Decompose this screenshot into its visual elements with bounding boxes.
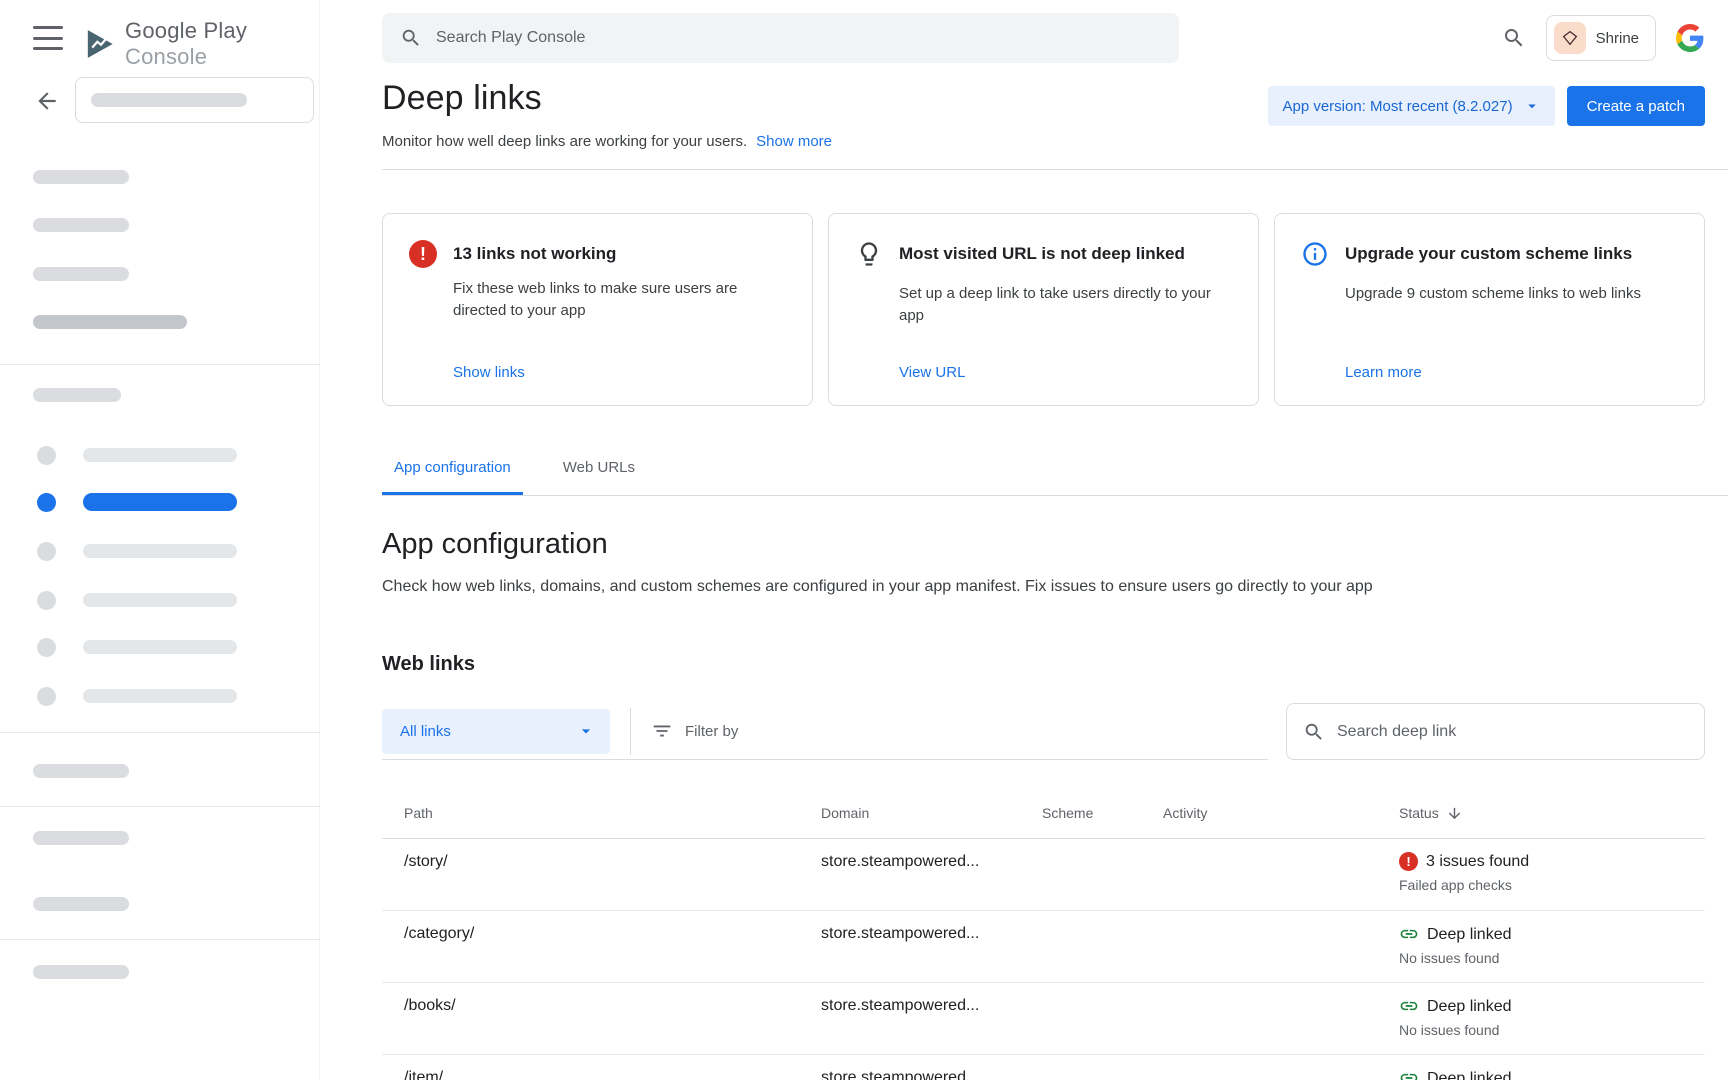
card-title: 13 links not working bbox=[453, 240, 786, 268]
sidebar-skeleton-bar bbox=[33, 965, 129, 979]
main-area: Shrine Deep links Monitor how well deep … bbox=[320, 0, 1728, 1080]
page-header: Deep links Monitor how well deep links a… bbox=[382, 78, 1705, 152]
lightbulb-icon bbox=[855, 240, 899, 273]
sidebar-item[interactable] bbox=[37, 686, 287, 706]
view-url-link[interactable]: View URL bbox=[899, 364, 1232, 381]
status-label: Deep linked bbox=[1427, 925, 1512, 944]
sidebar: Google Play Console bbox=[0, 0, 320, 1080]
app-version-dropdown[interactable]: App version: Most recent (8.2.027) bbox=[1268, 86, 1554, 126]
tab-web-urls[interactable]: Web URLs bbox=[551, 443, 647, 495]
sidebar-divider bbox=[0, 732, 320, 733]
insight-cards: ! 13 links not working Fix these web lin… bbox=[382, 213, 1705, 406]
status-label: Deep linked bbox=[1427, 1069, 1512, 1080]
table-row[interactable]: /story/Prefix store.steampowered...4 dom… bbox=[382, 839, 1705, 911]
show-links-link[interactable]: Show links bbox=[453, 364, 786, 381]
filter-by-button[interactable]: Filter by bbox=[651, 720, 738, 742]
card-body: Upgrade 9 custom scheme links to web lin… bbox=[1345, 283, 1678, 305]
sidebar-item[interactable] bbox=[37, 445, 287, 465]
deep-link-icon bbox=[1399, 996, 1419, 1016]
status-detail: No issues found bbox=[1399, 1022, 1658, 1039]
sidebar-skeleton-bar bbox=[33, 897, 129, 911]
path-value: /item/ bbox=[404, 1068, 821, 1080]
play-console-logo: Google Play Console bbox=[82, 18, 319, 70]
status-cell: ! Deep linked bbox=[1399, 1055, 1658, 1080]
sidebar-divider bbox=[0, 364, 320, 365]
toolbar-divider bbox=[630, 708, 631, 755]
page-subtitle: Monitor how well deep links are working … bbox=[382, 131, 747, 152]
status-detail: No issues found bbox=[1399, 950, 1658, 967]
sidebar-skeleton-bar bbox=[33, 764, 129, 778]
show-more-link[interactable]: Show more bbox=[756, 131, 832, 152]
domain-value: store.steampowered... bbox=[821, 1068, 1042, 1080]
deep-link-icon bbox=[1399, 924, 1419, 944]
status-label: Deep linked bbox=[1427, 997, 1512, 1016]
column-header-scheme: Scheme bbox=[1042, 805, 1163, 821]
section-description: Check how web links, domains, and custom… bbox=[382, 576, 1705, 598]
table-toolbar: All links Filter by bbox=[382, 703, 1705, 760]
info-icon bbox=[1301, 240, 1345, 273]
deep-link-icon bbox=[1399, 1068, 1419, 1080]
card-body: Set up a deep link to take users directl… bbox=[899, 283, 1232, 327]
header-divider bbox=[382, 169, 1728, 170]
toolbar-filters: All links Filter by bbox=[382, 703, 1268, 760]
sidebar-skeleton-bar bbox=[33, 831, 129, 845]
scheme-value bbox=[1042, 1055, 1163, 1080]
create-patch-button[interactable]: Create a patch bbox=[1567, 86, 1705, 126]
card-most-visited-url: Most visited URL is not deep linked Set … bbox=[828, 213, 1259, 406]
card-body: Fix these web links to make sure users a… bbox=[453, 278, 786, 322]
sidebar-item[interactable] bbox=[37, 637, 287, 657]
sidebar-skeleton-bar bbox=[33, 218, 129, 232]
sort-descending-icon bbox=[1446, 805, 1463, 822]
sidebar-item[interactable] bbox=[37, 590, 287, 610]
sidebar-item-active[interactable] bbox=[37, 492, 287, 512]
deep-link-search[interactable] bbox=[1286, 703, 1705, 760]
filter-icon bbox=[651, 720, 673, 742]
menu-icon[interactable] bbox=[33, 26, 63, 50]
sidebar-skeleton-bar bbox=[33, 267, 129, 281]
sidebar-divider bbox=[0, 939, 320, 940]
chevron-down-icon bbox=[1523, 97, 1541, 115]
links-filter-dropdown[interactable]: All links bbox=[382, 709, 610, 754]
tab-app-configuration[interactable]: App configuration bbox=[382, 443, 523, 495]
deep-link-search-input[interactable] bbox=[1337, 723, 1688, 741]
sidebar-divider bbox=[0, 806, 320, 807]
column-header-activity: Activity bbox=[1163, 805, 1399, 821]
sidebar-skeleton-bar bbox=[33, 388, 121, 402]
column-header-status[interactable]: Status bbox=[1399, 805, 1658, 822]
column-header-path: Path bbox=[382, 805, 821, 821]
tab-bar: App configuration Web URLs bbox=[382, 443, 1728, 496]
page-title: Deep links bbox=[382, 78, 832, 119]
error-icon: ! bbox=[409, 240, 437, 268]
logo-text: Google Play Console bbox=[125, 18, 319, 70]
section-title: App configuration bbox=[382, 526, 1705, 562]
status-detail: Failed app checks bbox=[1399, 877, 1658, 894]
status-label: 3 issues found bbox=[1426, 852, 1529, 871]
table-header: Path Domain Scheme Activity Status bbox=[382, 788, 1705, 839]
learn-more-link[interactable]: Learn more bbox=[1345, 364, 1678, 381]
page-content: Deep links Monitor how well deep links a… bbox=[382, 0, 1705, 1080]
sidebar-skeleton-bar bbox=[33, 170, 129, 184]
card-upgrade-scheme-links: Upgrade your custom scheme links Upgrade… bbox=[1274, 213, 1705, 406]
sidebar-skeleton-bar bbox=[33, 315, 187, 329]
play-logo-icon bbox=[82, 25, 117, 63]
app-selector-skeleton[interactable] bbox=[75, 77, 314, 123]
activity-value bbox=[1163, 1055, 1399, 1080]
card-title: Upgrade your custom scheme links bbox=[1345, 240, 1678, 273]
status-error-icon: ! bbox=[1399, 852, 1418, 871]
card-links-not-working: ! 13 links not working Fix these web lin… bbox=[382, 213, 813, 406]
back-arrow-icon[interactable] bbox=[33, 88, 61, 116]
chevron-down-icon bbox=[576, 721, 596, 741]
search-icon bbox=[1303, 721, 1325, 743]
column-header-domain: Domain bbox=[821, 805, 1042, 821]
sidebar-item[interactable] bbox=[37, 541, 287, 561]
web-links-title: Web links bbox=[382, 651, 1705, 677]
card-title: Most visited URL is not deep linked bbox=[899, 240, 1232, 273]
play-console-app: Google Play Console bbox=[0, 0, 1728, 1080]
